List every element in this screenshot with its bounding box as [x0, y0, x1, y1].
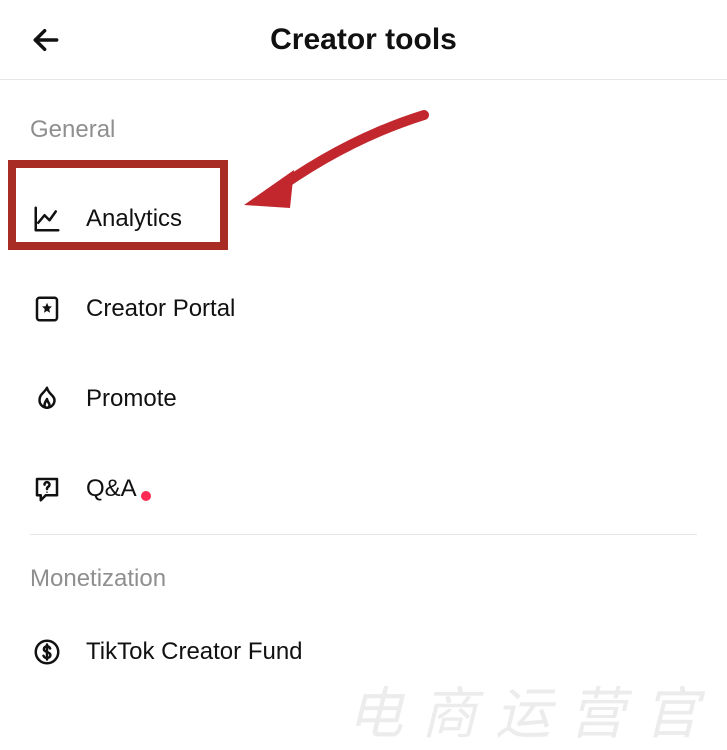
header: Creator tools [0, 0, 727, 80]
menu-general: Analytics Creator Portal Promote [0, 174, 727, 534]
menu-item-label: Q&A [86, 475, 137, 502]
menu-item-label: Analytics [86, 205, 182, 233]
portal-icon [30, 292, 64, 326]
flame-icon [30, 382, 64, 416]
menu-item-label: Promote [86, 385, 177, 413]
back-arrow-icon [30, 24, 62, 56]
divider [30, 534, 697, 535]
section-label-general: General [0, 116, 727, 144]
menu-item-label: Creator Portal [86, 295, 235, 323]
notification-dot-icon [141, 491, 151, 501]
dollar-circle-icon [30, 635, 64, 669]
back-button[interactable] [26, 20, 66, 60]
menu-item-creator-fund[interactable]: TikTok Creator Fund [0, 607, 727, 697]
section-label-monetization: Monetization [0, 565, 727, 593]
analytics-icon [30, 202, 64, 236]
menu-item-qa[interactable]: Q&A [0, 444, 727, 534]
menu-monetization: TikTok Creator Fund [0, 607, 727, 697]
page-title: Creator tools [20, 23, 707, 57]
menu-item-analytics[interactable]: Analytics [0, 174, 727, 264]
qa-icon [30, 472, 64, 506]
menu-item-promote[interactable]: Promote [0, 354, 727, 444]
menu-item-label: TikTok Creator Fund [86, 638, 303, 666]
menu-item-creator-portal[interactable]: Creator Portal [0, 264, 727, 354]
